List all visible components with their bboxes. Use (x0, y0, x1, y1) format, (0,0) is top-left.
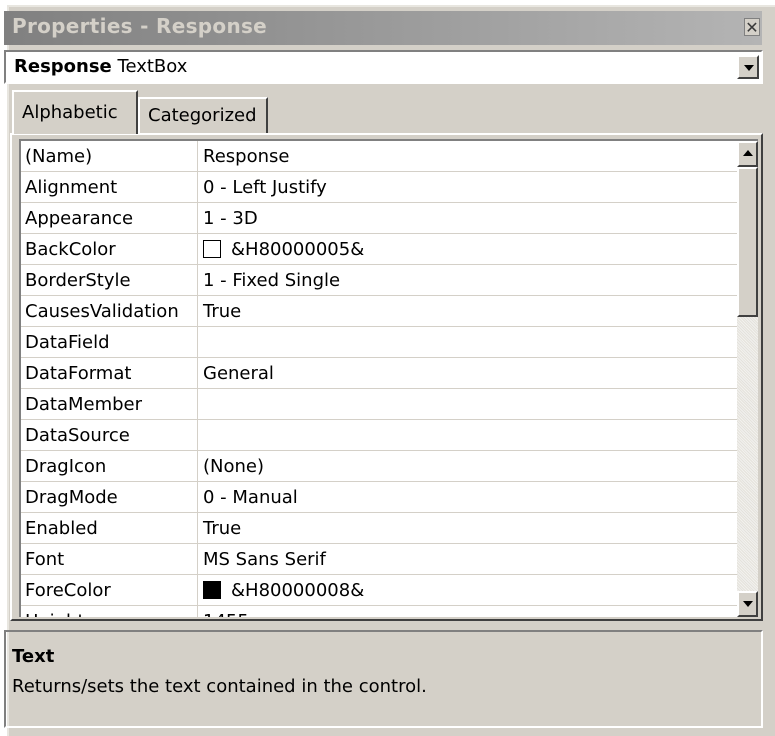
property-name[interactable]: DataField (21, 327, 198, 358)
property-row[interactable]: CausesValidation True (21, 296, 758, 327)
property-name[interactable]: DataFormat (21, 358, 198, 389)
scrollbar-thumb[interactable] (737, 167, 758, 317)
vertical-scrollbar[interactable] (737, 141, 758, 617)
property-rows: (Name) Response Alignment 0 - Left Justify A… (21, 141, 758, 617)
description-text: Returns/sets the text contained in the c… (12, 676, 427, 697)
property-value[interactable]: MS Sans Serif (198, 544, 737, 575)
property-value[interactable]: True (198, 513, 737, 544)
property-row[interactable]: Font MS Sans Serif (21, 544, 758, 575)
property-value[interactable]: 1 - 3D (198, 203, 737, 234)
property-name[interactable]: Height (21, 606, 198, 617)
title-bar[interactable]: Properties - Response ✕ (4, 11, 762, 45)
property-row[interactable]: DataFormat General (21, 358, 758, 389)
description-title: Text (12, 646, 55, 667)
property-value[interactable]: 0 - Manual (198, 482, 737, 513)
property-name[interactable]: DataMember (21, 389, 198, 420)
scroll-down-icon[interactable] (737, 591, 758, 617)
property-name[interactable]: Enabled (21, 513, 198, 544)
property-name[interactable]: DataSource (21, 420, 198, 451)
color-swatch-icon (203, 240, 221, 258)
property-name[interactable]: Appearance (21, 203, 198, 234)
property-row[interactable]: Alignment 0 - Left Justify (21, 172, 758, 203)
property-row[interactable]: Appearance 1 - 3D (21, 203, 758, 234)
property-name[interactable]: DragIcon (21, 451, 198, 482)
selected-object: Response TextBox (14, 56, 187, 77)
property-row[interactable]: ForeColor &H80000008& (21, 575, 758, 606)
property-value[interactable] (198, 420, 737, 451)
object-name: Response (14, 56, 112, 77)
property-row[interactable]: DataField (21, 327, 758, 358)
property-value-text: &H80000008& (231, 580, 365, 601)
property-row[interactable]: BorderStyle 1 - Fixed Single (21, 265, 758, 296)
scroll-up-icon[interactable] (737, 141, 758, 167)
object-selector-dropdown[interactable]: Response TextBox (4, 50, 763, 84)
property-value[interactable]: 1455 (198, 606, 737, 617)
property-value[interactable]: 1 - Fixed Single (198, 265, 737, 296)
property-row[interactable]: Height1455 (21, 606, 758, 617)
property-row[interactable]: Enabled True (21, 513, 758, 544)
close-icon[interactable]: ✕ (744, 18, 760, 37)
property-name[interactable]: Alignment (21, 172, 198, 203)
property-value[interactable]: General (198, 358, 737, 389)
color-swatch-icon (203, 581, 221, 599)
property-row[interactable]: BackColor &H80000005& (21, 234, 758, 265)
property-value-text: &H80000005& (231, 239, 365, 260)
property-name[interactable]: (Name) (21, 141, 198, 172)
property-value[interactable]: Response (198, 141, 737, 172)
property-name[interactable]: CausesValidation (21, 296, 198, 327)
property-value[interactable]: True (198, 296, 737, 327)
property-name[interactable]: ForeColor (21, 575, 198, 606)
property-row[interactable]: DataMember (21, 389, 758, 420)
description-pane: Text Returns/sets the text contained in … (4, 630, 763, 728)
property-name[interactable]: Font (21, 544, 198, 575)
chevron-down-icon[interactable] (737, 55, 759, 79)
property-name[interactable]: BorderStyle (21, 265, 198, 296)
property-row[interactable]: (Name) Response (21, 141, 758, 172)
tab-alphabetic[interactable]: Alphabetic (12, 90, 138, 134)
property-value[interactable]: &H80000005& (198, 234, 737, 265)
property-value[interactable] (198, 389, 737, 420)
property-grid: (Name) Response Alignment 0 - Left Justify A… (19, 139, 758, 617)
property-row[interactable]: DataSource (21, 420, 758, 451)
tab-categorized[interactable]: Categorized (138, 97, 268, 133)
property-row[interactable]: DragIcon (None) (21, 451, 758, 482)
property-name[interactable]: DragMode (21, 482, 198, 513)
property-value[interactable]: 0 - Left Justify (198, 172, 737, 203)
object-type: TextBox (117, 56, 188, 77)
property-name[interactable]: BackColor (21, 234, 198, 265)
property-row[interactable]: DragMode 0 - Manual (21, 482, 758, 513)
window-title: Properties - Response (12, 14, 268, 38)
property-value[interactable] (198, 327, 737, 358)
property-value[interactable]: &H80000008& (198, 575, 737, 606)
property-value[interactable]: (None) (198, 451, 737, 482)
